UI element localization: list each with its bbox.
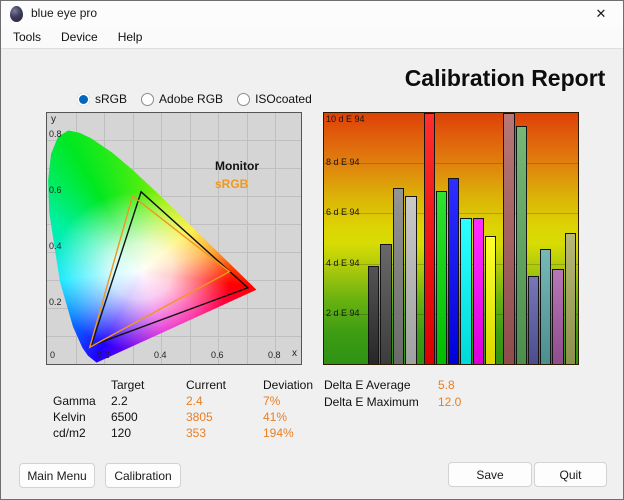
delta-value: 12.0 — [438, 395, 462, 409]
bar-blue — [448, 178, 460, 364]
radio-circle-icon[interactable] — [77, 92, 90, 106]
x-axis-label: x — [292, 348, 297, 359]
legend-monitor: Monitor — [215, 159, 259, 173]
target-value: 120 — [111, 426, 132, 440]
row-label: Gamma — [53, 394, 96, 408]
legend-srgb: sRGB — [215, 177, 249, 191]
y-axis-label: y — [51, 114, 56, 125]
bar-dark-yellow — [564, 233, 577, 364]
x-tick-label: 0.4 — [154, 350, 167, 360]
x-tick-label: 0.2 — [97, 350, 110, 360]
bar-gray — [392, 188, 405, 364]
bar-dark-red — [503, 113, 515, 364]
bar-black — [368, 266, 380, 364]
current-value: 353 — [186, 426, 207, 440]
bar-green — [435, 190, 448, 364]
main-menu-button[interactable]: Main Menu — [19, 463, 95, 488]
radio-srgb[interactable]: sRGB — [77, 92, 127, 106]
bar-group-1 — [368, 113, 417, 364]
bar-dark-green — [515, 125, 527, 364]
radio-circle-icon[interactable] — [141, 92, 155, 106]
monitor-gamut-triangle — [90, 190, 250, 347]
title-bar[interactable]: blue eye pro ✕ — [1, 1, 623, 27]
bar-group-2 — [423, 113, 497, 364]
deviation-value: 41% — [263, 410, 288, 424]
y-tick-label: 0.6 — [49, 185, 62, 195]
delta-e-bar-chart: 10 d E 94 8 d E 94 6 d E 94 4 d E 94 2 d E 9… — [323, 112, 579, 365]
delta-value: 5.8 — [438, 378, 455, 392]
menu-item-tools[interactable]: Tools — [3, 27, 51, 48]
bar-dark-cyan — [540, 248, 552, 364]
bar-yellow — [484, 236, 497, 364]
y-tick-label: 0.8 — [49, 129, 62, 139]
save-button[interactable]: Save — [448, 462, 532, 487]
calibration-button[interactable]: Calibration — [105, 463, 181, 488]
bar-dark-gray — [380, 243, 392, 364]
window-title: blue eye pro — [31, 6, 98, 20]
current-value: 2.4 — [186, 394, 203, 408]
bar-red — [423, 113, 435, 364]
target-value: 6500 — [111, 410, 138, 424]
calibration-results-table: Target Current Deviation Gamma 2.2 2.4 7% Kelvi… — [53, 378, 343, 442]
bar-cyan — [460, 218, 472, 364]
x-tick-label: 0 — [50, 350, 56, 360]
delta-e-summary: Delta E Average 5.8 Delta E Maximum 12.0 — [324, 378, 498, 412]
menu-bar: Tools Device Help — [1, 27, 623, 49]
menu-item-device[interactable]: Device — [51, 27, 108, 48]
table-corner — [53, 378, 111, 394]
radio-label: Adobe RGB — [159, 92, 224, 106]
row-label: cd/m2 — [53, 426, 86, 440]
delta-label: Delta E Maximum — [324, 395, 419, 409]
x-tick-label: 0.8 — [268, 350, 281, 360]
radio-adobe-rgb[interactable]: Adobe RGB — [141, 92, 223, 106]
current-value: 3805 — [186, 410, 213, 424]
radio-label: ISOcoated — [255, 92, 312, 106]
app-window: blue eye pro ✕ Tools Device Help sRGB Adobe… — [0, 0, 624, 500]
bar-magenta — [472, 218, 484, 364]
column-header: Current — [186, 378, 227, 392]
target-value: 2.2 — [111, 394, 128, 408]
row-label: Kelvin — [53, 410, 86, 424]
x-tick-label: 0.6 — [211, 350, 224, 360]
bar-light-gray — [405, 195, 417, 364]
deviation-value: 194% — [263, 426, 294, 440]
bar-dark-blue — [527, 276, 540, 364]
radio-label: sRGB — [95, 92, 128, 106]
y-tick-label: 0.2 — [49, 297, 62, 307]
delta-label: Delta E Average — [324, 378, 411, 392]
bar-group-3 — [503, 113, 577, 364]
page-title: Calibration Report — [404, 65, 606, 91]
srgb-gamut-triangle — [88, 194, 231, 349]
menu-item-help[interactable]: Help — [108, 27, 153, 48]
radio-isocoated[interactable]: ISOcoated — [237, 92, 312, 106]
cie-chromaticity-chart: y x 0.8 0.6 0.4 0.2 0 0.2 0.4 0.6 0.8 Monitor sRGB — [46, 112, 302, 365]
y-tick-label: 0.4 — [49, 241, 62, 251]
app-eye-icon — [10, 6, 23, 22]
profile-radio-group: sRGB Adobe RGB ISOcoated — [77, 92, 312, 106]
column-header: Target — [111, 378, 145, 392]
radio-circle-icon[interactable] — [237, 92, 251, 106]
bar-dark-magenta — [552, 268, 564, 364]
quit-button[interactable]: Quit — [534, 462, 607, 487]
close-icon[interactable]: ✕ — [579, 1, 623, 27]
gamut-triangles — [88, 190, 250, 349]
